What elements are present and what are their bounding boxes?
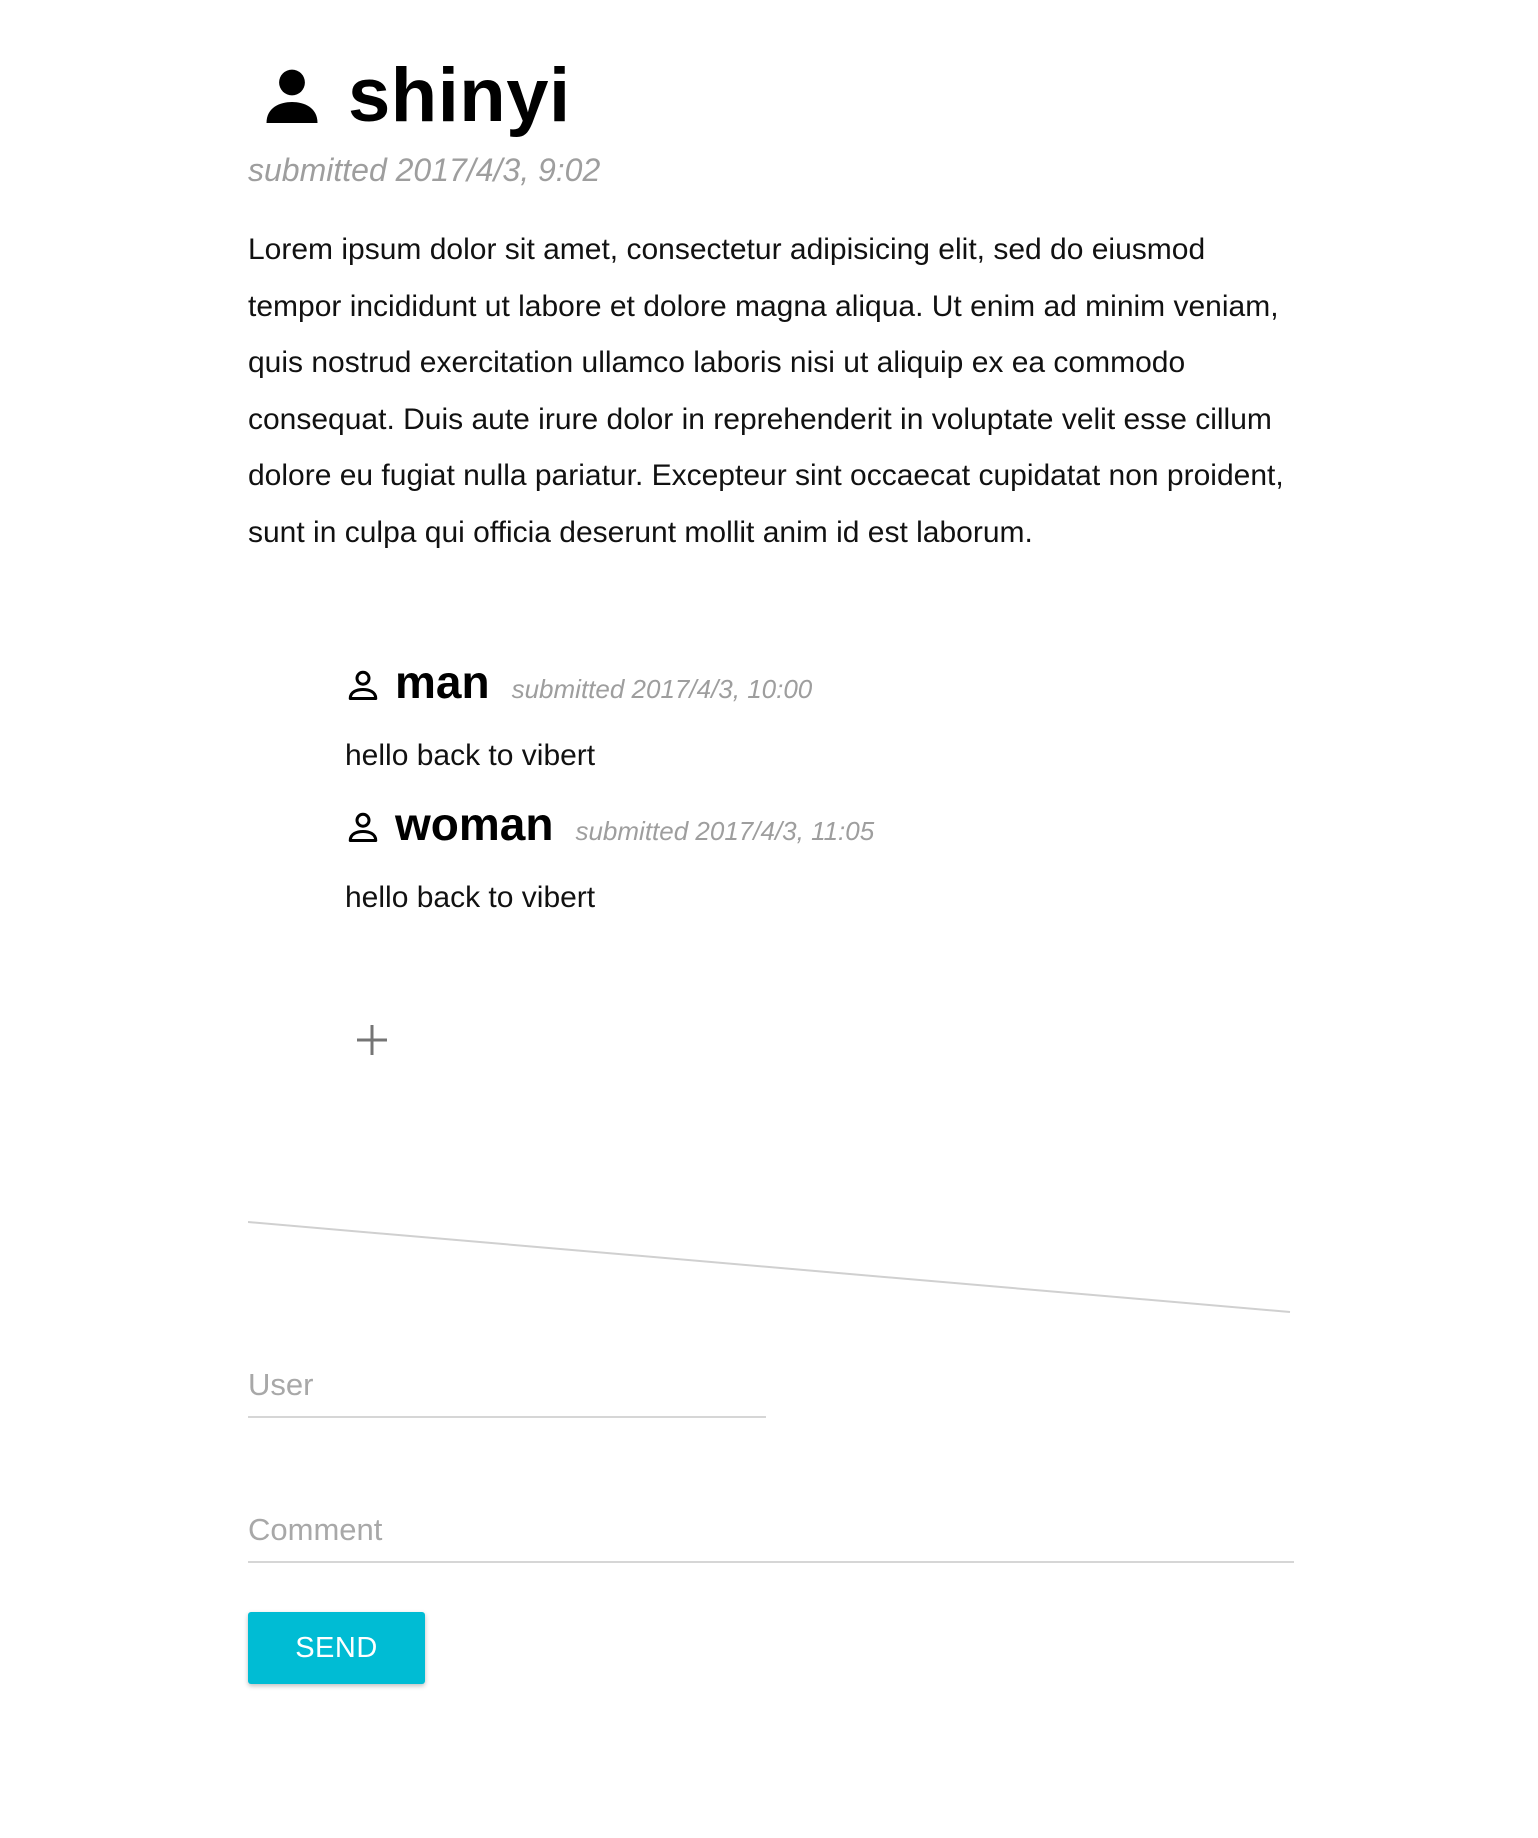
post: shinyi submitted 2017/4/3, 9:02 Lorem ip… [248,50,1296,562]
post-body: Lorem ipsum dolor sit amet, consectetur … [248,233,1284,549]
comment-item: woman submitted 2017/4/3, 11:05 hello ba… [345,797,1245,917]
comment-header: man submitted 2017/4/3, 10:00 [345,655,1245,715]
comment-text: hello back to vibert [345,881,596,914]
comment-text: hello back to vibert [345,739,596,772]
post-author: shinyi [348,53,571,138]
user-input[interactable] [248,1364,766,1406]
comment-field [248,1509,1294,1563]
comment-submitted-date: submitted 2017/4/3, 10:00 [511,674,813,704]
post-header: shinyi [248,50,1296,142]
send-button[interactable]: SEND [248,1612,425,1684]
post-submitted-date: submitted 2017/4/3, 9:02 [248,152,601,188]
person-outline-icon [345,667,381,703]
person-icon [256,60,328,132]
person-outline-icon [345,809,381,845]
page: shinyi submitted 2017/4/3, 9:02 Lorem ip… [0,0,1538,1838]
comment-submitted-date: submitted 2017/4/3, 11:05 [575,816,875,846]
comment-input-underline [248,1561,1294,1563]
comment-input[interactable] [248,1509,1294,1551]
comment-author: woman [395,798,554,850]
add-comment-button[interactable] [352,1020,392,1060]
plus-icon [357,1025,387,1055]
comment-header: woman submitted 2017/4/3, 11:05 [345,797,1245,857]
comment-list: man submitted 2017/4/3, 10:00 hello back… [345,655,1245,939]
comment-item: man submitted 2017/4/3, 10:00 hello back… [345,655,1245,775]
comment-author: man [395,656,490,708]
user-field [248,1364,766,1418]
divider [248,1221,1291,1313]
user-input-underline [248,1416,766,1418]
